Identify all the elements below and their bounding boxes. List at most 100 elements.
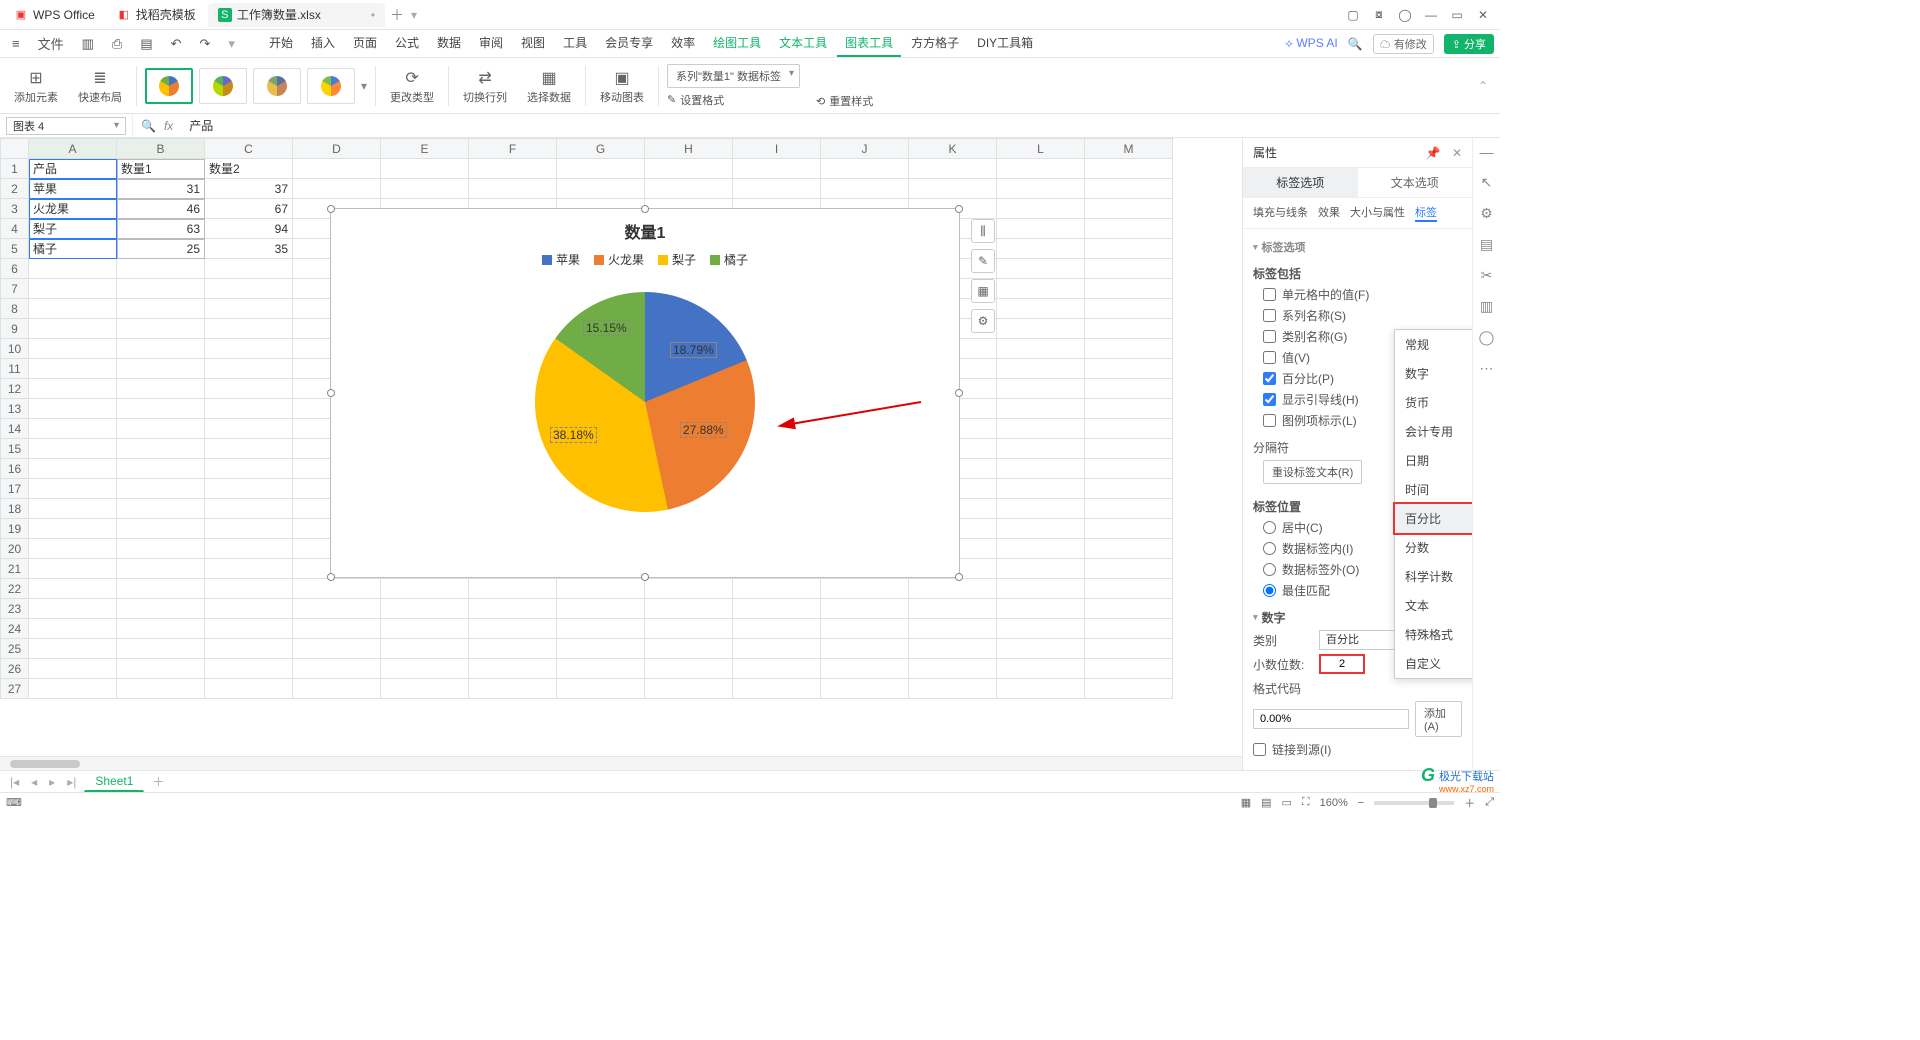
row-header-11[interactable]: 11	[1, 359, 29, 379]
cell-F2[interactable]	[469, 179, 557, 199]
chart-style-1[interactable]	[145, 68, 193, 104]
cell-A17[interactable]	[29, 479, 117, 499]
view-page-icon[interactable]: ▤	[1261, 796, 1271, 809]
cell-L11[interactable]	[997, 359, 1085, 379]
tab-review[interactable]: 审阅	[471, 30, 511, 57]
section-label-options[interactable]: 标签选项	[1253, 239, 1462, 255]
resize-handle[interactable]	[327, 389, 335, 397]
cell-L8[interactable]	[997, 299, 1085, 319]
cell-D24[interactable]	[293, 619, 381, 639]
tab-drawtools[interactable]: 绘图工具	[705, 30, 769, 57]
cell-B21[interactable]	[117, 559, 205, 579]
resize-handle[interactable]	[641, 205, 649, 213]
chart-style-button[interactable]: ✎	[971, 249, 995, 273]
cell-E24[interactable]	[381, 619, 469, 639]
preview-icon[interactable]: ▤	[134, 33, 158, 55]
cell-C20[interactable]	[205, 539, 293, 559]
cell-M14[interactable]	[1085, 419, 1173, 439]
cell-M12[interactable]	[1085, 379, 1173, 399]
cell-H25[interactable]	[645, 639, 733, 659]
cell-B14[interactable]	[117, 419, 205, 439]
cell-B15[interactable]	[117, 439, 205, 459]
cell-A22[interactable]	[29, 579, 117, 599]
add-tab-button[interactable]: ＋	[387, 5, 407, 25]
cell-D25[interactable]	[293, 639, 381, 659]
col-header-C[interactable]: C	[205, 139, 293, 159]
row-header-4[interactable]: 4	[1, 219, 29, 239]
cell-M25[interactable]	[1085, 639, 1173, 659]
cell-M9[interactable]	[1085, 319, 1173, 339]
cell-A9[interactable]	[29, 319, 117, 339]
row-header-2[interactable]: 2	[1, 179, 29, 199]
cell-K24[interactable]	[909, 619, 997, 639]
cell-H27[interactable]	[645, 679, 733, 699]
cell-C26[interactable]	[205, 659, 293, 679]
minimize-icon[interactable]: —	[1418, 2, 1444, 28]
data-label-orange[interactable]: 27.88%	[680, 422, 727, 438]
cell-B12[interactable]	[117, 379, 205, 399]
cell-J27[interactable]	[821, 679, 909, 699]
cell-A7[interactable]	[29, 279, 117, 299]
data-label-yellow[interactable]: 38.18%	[550, 427, 597, 443]
tab-diytools[interactable]: DIY工具箱	[969, 30, 1041, 57]
tab-formula[interactable]: 公式	[387, 30, 427, 57]
cell-M17[interactable]	[1085, 479, 1173, 499]
cell-B7[interactable]	[117, 279, 205, 299]
cell-H2[interactable]	[645, 179, 733, 199]
cell-E27[interactable]	[381, 679, 469, 699]
chart-style-4[interactable]	[307, 68, 355, 104]
cell-G22[interactable]	[557, 579, 645, 599]
cell-L12[interactable]	[997, 379, 1085, 399]
cell-B20[interactable]	[117, 539, 205, 559]
name-box[interactable]: 图表 4▾	[6, 117, 126, 135]
cell-K25[interactable]	[909, 639, 997, 659]
cell-L2[interactable]	[997, 179, 1085, 199]
cell-E23[interactable]	[381, 599, 469, 619]
cell-K2[interactable]	[909, 179, 997, 199]
rib-set-format[interactable]: ✎设置格式	[667, 92, 800, 108]
cell-C24[interactable]	[205, 619, 293, 639]
strip-layers-icon[interactable]: ▤	[1480, 236, 1493, 253]
strip-more-icon[interactable]: ⋯	[1480, 360, 1494, 377]
wps-ai-button[interactable]: ⟡ WPS AI	[1285, 36, 1338, 51]
cell-J25[interactable]	[821, 639, 909, 659]
row-header-3[interactable]: 3	[1, 199, 29, 219]
cell-C8[interactable]	[205, 299, 293, 319]
cell-L13[interactable]	[997, 399, 1085, 419]
cell-B16[interactable]	[117, 459, 205, 479]
share-button[interactable]: ⇪ 分享	[1444, 34, 1494, 54]
cell-C7[interactable]	[205, 279, 293, 299]
cell-L3[interactable]	[997, 199, 1085, 219]
decimals-input[interactable]	[1319, 654, 1365, 674]
tab-view[interactable]: 视图	[513, 30, 553, 57]
cell-L10[interactable]	[997, 339, 1085, 359]
cell-C2[interactable]: 37	[205, 179, 293, 199]
sheet-nav-next[interactable]: ▸	[45, 775, 59, 789]
cell-A12[interactable]	[29, 379, 117, 399]
row-header-17[interactable]: 17	[1, 479, 29, 499]
cell-K27[interactable]	[909, 679, 997, 699]
rib-add-element[interactable]: ⊞ 添加元素	[8, 62, 64, 109]
col-header-L[interactable]: L	[997, 139, 1085, 159]
cell-D27[interactable]	[293, 679, 381, 699]
cell-C13[interactable]	[205, 399, 293, 419]
cell-A27[interactable]	[29, 679, 117, 699]
cat-option-10[interactable]: 特殊格式	[1395, 620, 1472, 649]
cell-H1[interactable]	[645, 159, 733, 179]
cell-C23[interactable]	[205, 599, 293, 619]
panel-tab-label-options[interactable]: 标签选项	[1243, 168, 1358, 197]
sheet-tab-1[interactable]: Sheet1	[84, 771, 144, 792]
resize-handle[interactable]	[955, 573, 963, 581]
tab-page[interactable]: 页面	[345, 30, 385, 57]
chart-title[interactable]: 数量1	[331, 209, 959, 243]
cell-C16[interactable]	[205, 459, 293, 479]
cell-D22[interactable]	[293, 579, 381, 599]
cell-A21[interactable]	[29, 559, 117, 579]
cell-F27[interactable]	[469, 679, 557, 699]
col-header-D[interactable]: D	[293, 139, 381, 159]
cell-L17[interactable]	[997, 479, 1085, 499]
cell-A1[interactable]: 产品	[29, 159, 117, 179]
cell-B5[interactable]: 25	[117, 239, 205, 259]
row-header-18[interactable]: 18	[1, 499, 29, 519]
cell-L15[interactable]	[997, 439, 1085, 459]
